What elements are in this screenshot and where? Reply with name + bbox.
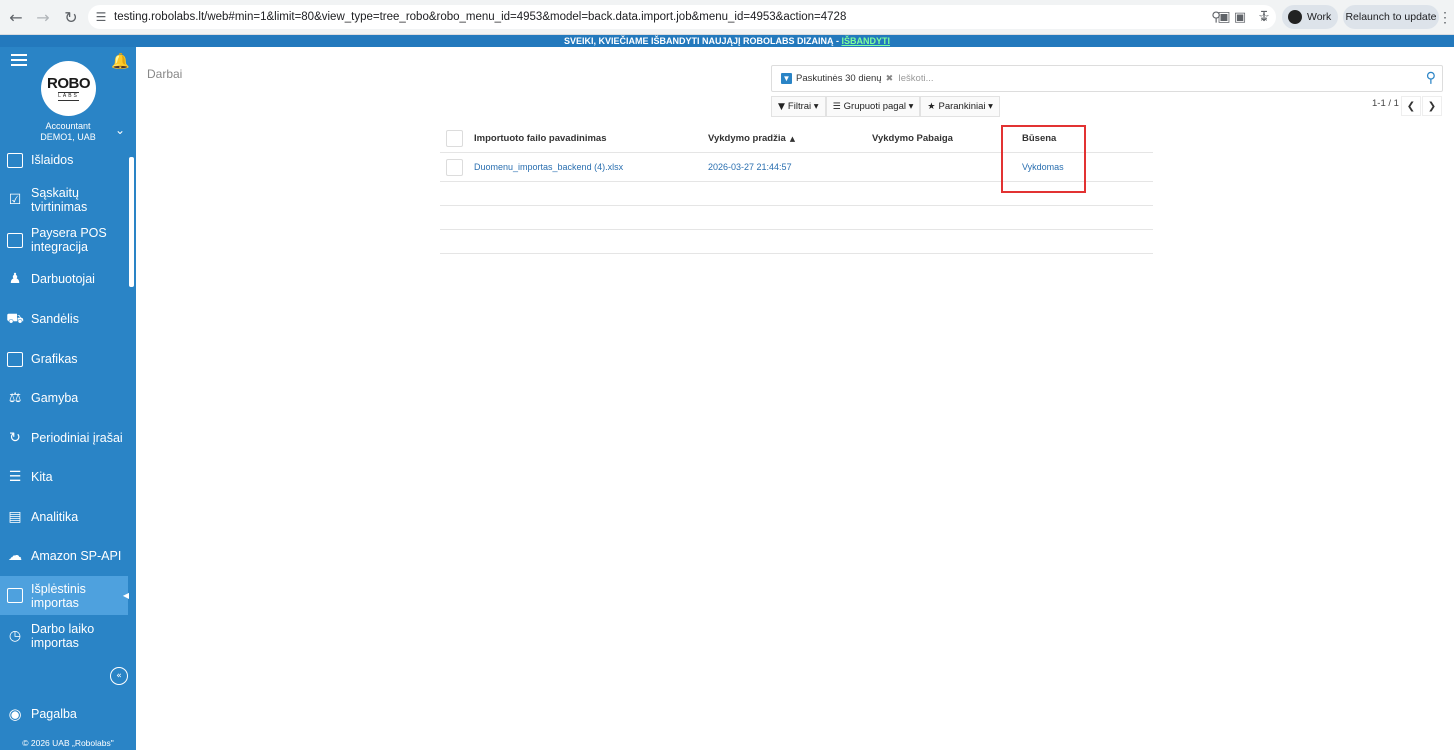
extensions-icon[interactable]: ▣ <box>1212 5 1236 29</box>
active-caret-icon: ◀ <box>122 590 129 600</box>
cell-start: 2026-03-27 21:44:57 <box>708 162 792 172</box>
collapse-sidebar-icon[interactable]: « <box>110 667 128 685</box>
relaunch-button[interactable]: Relaunch to update <box>1343 5 1439 29</box>
status-highlight-box <box>1001 125 1086 193</box>
row-checkbox[interactable] <box>446 159 463 176</box>
bars-icon: ☰ <box>832 101 841 112</box>
empty-row <box>440 206 1153 230</box>
sidebar-item-darbo-laiko-importas[interactable]: ◷ Darbo laiko importas <box>0 620 128 652</box>
list-icon: ☰ <box>8 469 22 485</box>
sidebar-item-sandelis[interactable]: ⛟ Sandėlis <box>0 309 128 329</box>
chevron-down-icon[interactable]: ⌄ <box>115 123 125 137</box>
new-design-banner: SVEIKI, KVIEČIAME IŠBANDYTI NAUJĄJĮ ROBO… <box>0 35 1454 47</box>
search-buttons: ▼ Filtrai ▾ ☰ Grupuoti pagal ▾ ★ Parankinia… <box>771 96 1000 117</box>
breadcrumb[interactable]: Darbai <box>147 67 182 81</box>
search-input[interactable]: Ieškoti... <box>898 73 933 84</box>
sidebar-item-kita[interactable]: ☰ Kita <box>0 467 128 487</box>
copyright: © 2026 UAB „Robolabs" <box>22 738 114 748</box>
hamburger-menu-icon[interactable] <box>11 54 27 68</box>
bell-icon[interactable]: 🔔 <box>111 52 130 70</box>
sidebar-item-periodiniai-irasai[interactable]: ↻ Periodiniai įrašai <box>0 428 128 448</box>
analytics-icon: ▤ <box>8 509 22 525</box>
column-end[interactable]: Vykdymo Pabaiga <box>872 133 953 144</box>
sidebar-item-saskaitu-tvirtinimas[interactable]: ☑ Sąskaitų tvirtinimas <box>0 184 128 216</box>
sidebar-item-darbuotojai[interactable]: ♟ Darbuotojai <box>0 269 128 289</box>
search-bar[interactable]: ▼ Paskutinės 30 dienų ✖ Ieškoti... ⚲ <box>771 65 1443 92</box>
robolabs-logo: ROBO LABS <box>41 61 96 116</box>
select-all-checkbox[interactable] <box>446 130 463 147</box>
sidebar-item-analitika[interactable]: ▤ Analitika <box>0 507 128 527</box>
search-icon[interactable]: ⚲ <box>1426 70 1436 86</box>
favorites-button[interactable]: ★ Parankiniai ▾ <box>920 96 1000 117</box>
clock-icon: ◷ <box>8 628 22 644</box>
main-content: Darbai ▼ Paskutinės 30 dienų ✖ Ieškoti..… <box>136 47 1454 750</box>
import-file-icon <box>5 587 25 605</box>
receipt-icon <box>5 151 25 169</box>
pager-next-icon[interactable]: ❯ <box>1422 96 1442 116</box>
filters-button[interactable]: ▼ Filtrai ▾ <box>771 96 826 117</box>
funnel-icon: ▼ <box>778 101 785 112</box>
facet-label: Paskutinės 30 dienų <box>796 73 882 84</box>
column-file-name[interactable]: Importuoto failo pavadinimas <box>474 133 607 144</box>
sidebar-item-isplestinis-importas[interactable]: Išplėstinis importas ◀ <box>0 576 129 615</box>
back-icon[interactable]: ← <box>2 3 30 31</box>
browser-toolbar: ← → ↻ ☰ testing.robolabs.lt/web#min=1&li… <box>0 0 1454 35</box>
factory-icon: ⚖ <box>8 390 22 406</box>
column-start[interactable]: Vykdymo pradžia ▲ <box>708 133 795 144</box>
sidebar: 🔔 ROBO LABS Accountant DEMO1, UAB ⌄ Išla… <box>0 47 136 750</box>
sidebar-scrollbar[interactable] <box>129 157 134 287</box>
employee-icon: ♟ <box>8 271 22 287</box>
reload-icon[interactable]: ↻ <box>57 3 85 31</box>
empty-row <box>440 230 1153 254</box>
remove-facet-icon[interactable]: ✖ <box>886 74 894 84</box>
profile-label: Work <box>1307 11 1332 23</box>
sidebar-item-paysera-pos[interactable]: Paysera POS integracija <box>0 224 128 256</box>
invoice-approve-icon: ☑ <box>8 192 22 208</box>
refresh-icon: ↻ <box>9 430 21 446</box>
lifebuoy-icon: ◉ <box>8 705 22 723</box>
more-menu-icon[interactable]: ⋮ <box>1438 5 1452 29</box>
pager-value[interactable]: 1-1 / 1 <box>1372 98 1399 109</box>
forward-icon[interactable]: → <box>29 3 57 31</box>
avatar <box>1288 10 1302 24</box>
site-info-icon[interactable]: ☰ <box>88 10 114 24</box>
schedule-icon <box>5 350 25 368</box>
cell-file-name: Duomenu_importas_backend (4).xlsx <box>474 162 624 172</box>
payment-terminal-icon <box>5 231 25 249</box>
sidebar-item-pagalba[interactable]: ◉ Pagalba <box>0 705 136 723</box>
filter-icon: ▼ <box>781 73 792 84</box>
sidebar-item-islaidos[interactable]: Išlaidos <box>0 151 128 169</box>
sidebar-item-grafikas[interactable]: Grafikas <box>0 349 128 369</box>
download-icon[interactable]: ↧ <box>1252 5 1276 29</box>
truck-icon: ⛟ <box>6 311 24 327</box>
url-text: testing.robolabs.lt/web#min=1&limit=80&v… <box>114 11 847 23</box>
sidebar-item-amazon-sp-api[interactable]: ☁ Amazon SP-API <box>0 546 128 566</box>
address-bar[interactable]: ☰ testing.robolabs.lt/web#min=1&limit=80… <box>88 5 1276 29</box>
search-facet[interactable]: ▼ Paskutinės 30 dienų ✖ <box>781 70 893 87</box>
profile-button[interactable]: Work <box>1282 5 1338 29</box>
star-icon: ★ <box>927 101 936 112</box>
sort-ascending-icon: ▲ <box>789 135 796 143</box>
banner-try-link[interactable]: IŠBANDYTI <box>842 36 891 46</box>
banner-text: SVEIKI, KVIEČIAME IŠBANDYTI NAUJĄJĮ ROBO… <box>563 36 842 46</box>
group-by-button[interactable]: ☰ Grupuoti pagal ▾ <box>825 96 921 117</box>
cloud-icon: ☁ <box>8 548 22 564</box>
pager-previous-icon[interactable]: ❮ <box>1401 96 1421 116</box>
sidebar-item-gamyba[interactable]: ⚖ Gamyba <box>0 388 128 408</box>
sidebar-header: 🔔 ROBO LABS Accountant DEMO1, UAB ⌄ <box>0 47 136 155</box>
